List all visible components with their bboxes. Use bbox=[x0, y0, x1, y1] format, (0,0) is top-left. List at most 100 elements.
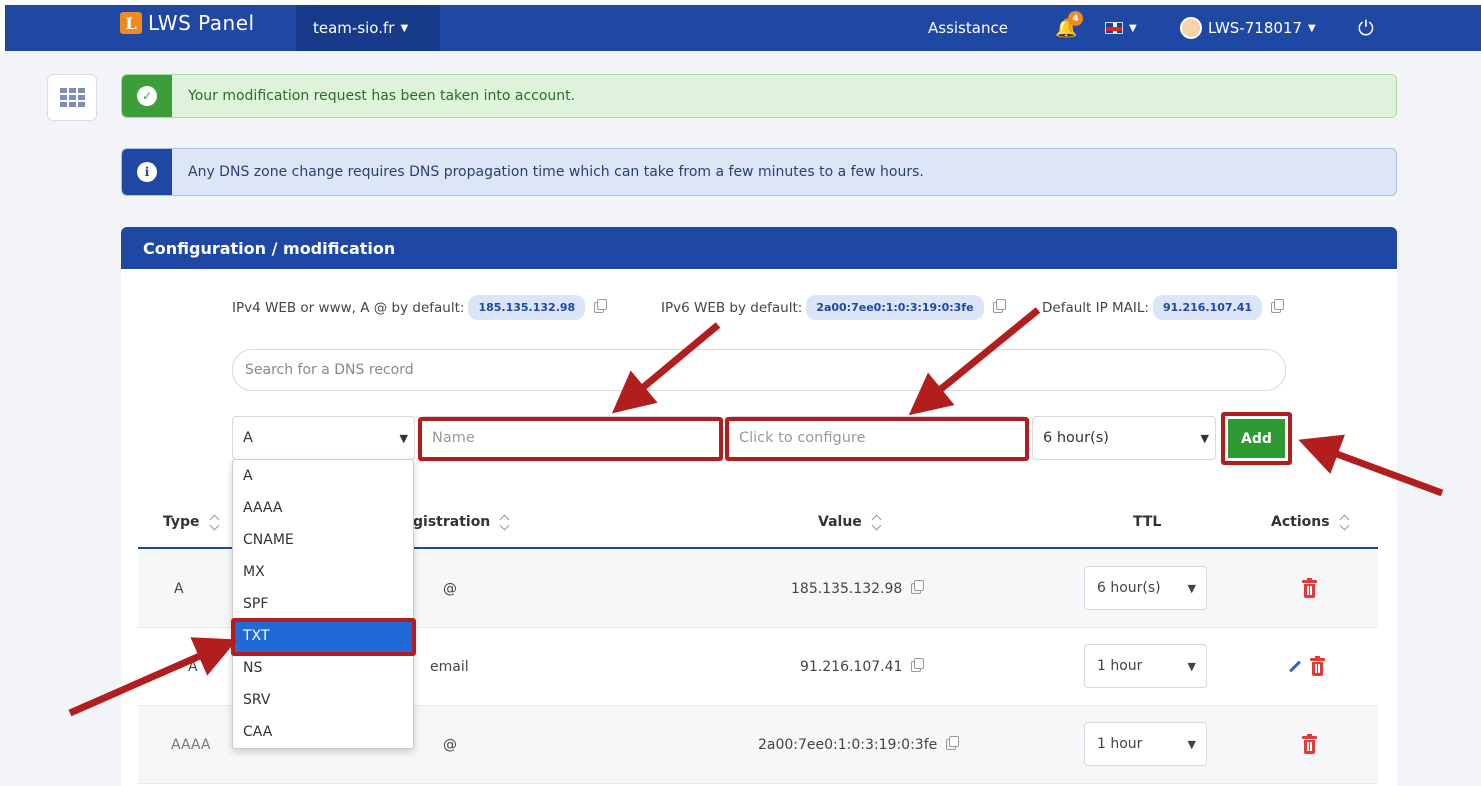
notification-badge: 4 bbox=[1068, 11, 1083, 26]
add-record-button[interactable]: Add bbox=[1221, 412, 1292, 465]
domain-selector[interactable]: team-sio.fr ▼ bbox=[296, 5, 440, 51]
trash-icon[interactable] bbox=[1302, 733, 1317, 754]
ipv4-default: IPv4 WEB or www, A @ by default: 185.135… bbox=[232, 295, 608, 320]
ipv6-default: IPv6 WEB by default: 2a00:7ee0:1:0:3:19:… bbox=[661, 295, 1006, 320]
lws-logo[interactable]: L LWS Panel bbox=[120, 9, 255, 37]
info-message: Any DNS zone change requires DNS propaga… bbox=[188, 164, 924, 180]
mail-default: Default IP MAIL: 91.216.107.41 bbox=[1042, 295, 1285, 320]
option-cname[interactable]: CNAME bbox=[233, 524, 413, 556]
option-caa[interactable]: CAA bbox=[233, 716, 413, 748]
alert-icon-area: i bbox=[122, 149, 172, 195]
row-value-text: 2a00:7ee0:1:0:3:19:0:3fe bbox=[758, 736, 938, 753]
copy-icon[interactable] bbox=[594, 299, 608, 313]
copy-icon[interactable] bbox=[911, 580, 925, 594]
sort-icon bbox=[872, 514, 882, 530]
row-value-text: 185.135.132.98 bbox=[791, 580, 903, 597]
ipv4-value: 185.135.132.98 bbox=[468, 295, 586, 320]
row-ttl-select[interactable]: 6 hour(s) ▼ bbox=[1084, 566, 1207, 610]
record-name-input[interactable]: Name bbox=[421, 416, 721, 460]
row-type: A bbox=[188, 658, 198, 675]
column-value[interactable]: Value bbox=[818, 514, 882, 530]
row-value: 185.135.132.98 bbox=[791, 550, 925, 627]
logo-mark-icon: L bbox=[120, 12, 142, 34]
trash-icon[interactable] bbox=[1310, 655, 1325, 676]
mail-value: 91.216.107.41 bbox=[1152, 295, 1263, 320]
trash-icon[interactable] bbox=[1302, 577, 1317, 598]
column-type[interactable]: Type bbox=[163, 514, 220, 530]
row-actions bbox=[1302, 706, 1317, 783]
row-type: A bbox=[174, 580, 184, 597]
copy-icon[interactable] bbox=[1271, 299, 1285, 313]
row-ttl-value: 1 hour bbox=[1097, 658, 1143, 674]
record-value-input[interactable]: Click to configure bbox=[728, 416, 1026, 460]
copy-icon[interactable] bbox=[992, 299, 1006, 313]
column-registration[interactable]: gistration bbox=[413, 514, 510, 530]
row-actions bbox=[1288, 628, 1325, 705]
value-placeholder: Click to configure bbox=[739, 430, 866, 446]
language-selector[interactable]: ▼ bbox=[1105, 5, 1137, 51]
ipv4-label: IPv4 WEB or www, A @ by default: bbox=[232, 299, 465, 316]
power-icon[interactable]: ⏻ bbox=[1358, 5, 1374, 51]
row-actions bbox=[1302, 550, 1317, 627]
account-menu[interactable]: LWS-718017 ▼ bbox=[1180, 5, 1316, 51]
ipv6-label: IPv6 WEB by default: bbox=[661, 299, 803, 316]
success-message: Your modification request has been taken… bbox=[188, 88, 576, 104]
highlight-box-txt bbox=[231, 618, 416, 656]
row-registration: @ bbox=[443, 736, 457, 753]
apps-menu-button[interactable] bbox=[47, 74, 97, 121]
row-value: 2a00:7ee0:1:0:3:19:0:3fe bbox=[758, 706, 960, 783]
row-ttl-value: 1 hour bbox=[1097, 736, 1143, 752]
chevron-down-icon: ▼ bbox=[1187, 659, 1196, 673]
chevron-down-icon: ▼ bbox=[399, 431, 408, 445]
row-value-text: 91.216.107.41 bbox=[800, 658, 903, 675]
card-title: Configuration / modification bbox=[121, 227, 1397, 269]
chevron-down-icon: ▼ bbox=[400, 22, 409, 34]
alert-icon-area: ✓ bbox=[122, 75, 172, 117]
column-ttl: TTL bbox=[1133, 514, 1161, 530]
uk-flag-icon bbox=[1105, 22, 1123, 34]
option-a[interactable]: A bbox=[233, 460, 413, 492]
add-button-label: Add bbox=[1228, 419, 1285, 458]
chevron-down-icon: ▼ bbox=[1200, 431, 1209, 445]
success-alert: ✓ Your modification request has been tak… bbox=[121, 74, 1397, 118]
row-registration: @ bbox=[443, 580, 457, 597]
column-actions[interactable]: Actions bbox=[1271, 514, 1350, 530]
option-mx[interactable]: MX bbox=[233, 556, 413, 588]
sort-icon bbox=[500, 514, 510, 530]
name-placeholder: Name bbox=[432, 430, 475, 446]
sort-icon bbox=[210, 514, 220, 530]
check-circle-icon: ✓ bbox=[137, 86, 157, 106]
ipv6-value: 2a00:7ee0:1:0:3:19:0:3fe bbox=[806, 295, 984, 320]
column-value-label: Value bbox=[818, 514, 862, 530]
mail-label: Default IP MAIL: bbox=[1042, 299, 1149, 316]
logo-text: LWS Panel bbox=[148, 11, 255, 35]
assistance-link[interactable]: Assistance bbox=[928, 5, 1008, 51]
option-aaaa[interactable]: AAAA bbox=[233, 492, 413, 524]
account-id: LWS-718017 bbox=[1208, 19, 1303, 37]
ttl-value: 6 hour(s) bbox=[1043, 430, 1109, 446]
record-type-value: A bbox=[243, 430, 253, 446]
row-type: AAAA bbox=[171, 736, 211, 753]
copy-icon[interactable] bbox=[946, 736, 960, 750]
edit-pencil-icon[interactable] bbox=[1288, 660, 1302, 673]
option-srv[interactable]: SRV bbox=[233, 684, 413, 716]
column-actions-label: Actions bbox=[1271, 514, 1330, 530]
sort-icon bbox=[1340, 514, 1350, 530]
row-ttl-select[interactable]: 1 hour ▼ bbox=[1084, 644, 1207, 688]
option-spf[interactable]: SPF bbox=[233, 588, 413, 620]
ttl-select[interactable]: 6 hour(s) ▼ bbox=[1032, 416, 1216, 460]
record-type-select[interactable]: A ▼ bbox=[232, 416, 415, 460]
row-value: 91.216.107.41 bbox=[800, 628, 925, 705]
notifications-button[interactable]: 🔔 4 bbox=[1055, 5, 1083, 51]
copy-icon[interactable] bbox=[911, 658, 925, 672]
column-type-label: Type bbox=[163, 514, 200, 530]
chevron-down-icon: ▼ bbox=[1129, 22, 1137, 34]
row-registration: email bbox=[430, 658, 469, 675]
info-circle-icon: i bbox=[137, 162, 157, 182]
domain-name: team-sio.fr bbox=[313, 19, 395, 37]
chevron-down-icon: ▼ bbox=[1187, 581, 1196, 595]
dns-search-input[interactable]: Search for a DNS record bbox=[232, 349, 1286, 391]
row-ttl-select[interactable]: 1 hour ▼ bbox=[1084, 722, 1207, 766]
option-ns[interactable]: NS bbox=[233, 652, 413, 684]
column-registration-label: gistration bbox=[413, 514, 491, 530]
